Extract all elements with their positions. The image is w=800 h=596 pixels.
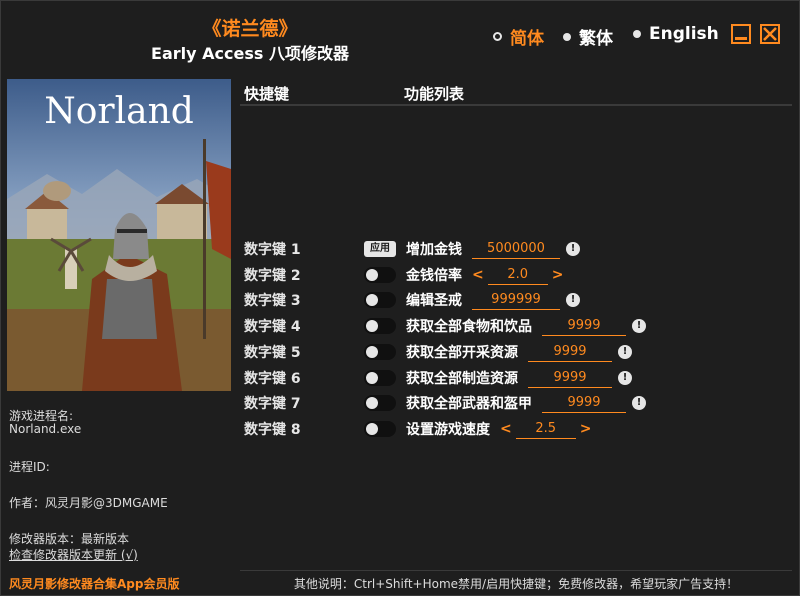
cheat-row-2: 数字键 2 金钱倍率 < 2.0 > [244,264,567,286]
value-input[interactable]: 2.0 [487,266,548,285]
apply-button[interactable]: 应用 [364,241,396,257]
hotkey-label: 数字键 3 [244,293,301,309]
hotkey-label: 数字键 2 [244,268,301,284]
toggle-switch[interactable] [364,421,396,437]
toggle-switch[interactable] [364,318,396,334]
radio-icon [633,30,641,38]
process-id-label: 进程ID: [9,460,50,474]
lang-traditional[interactable]: 繁体 [563,24,613,49]
cheat-name: 获取全部食物和饮品 [406,319,532,335]
cheat-row-6: 数字键 6 获取全部制造资源 9999 ! [244,367,632,389]
cheat-name: 设置游戏速度 [406,422,490,438]
cheat-row-4: 数字键 4 获取全部食物和饮品 9999 ! [244,315,646,337]
radio-icon [563,32,571,41]
value-input[interactable]: 999999 [472,291,560,310]
toggle-switch[interactable] [364,344,396,360]
cheat-name: 获取全部制造资源 [406,371,518,387]
app-subtitle: Early Access 八项修改器 [151,44,349,63]
toggle-switch[interactable] [364,370,396,386]
cheat-row-1: 数字键 1 应用 增加金钱 5000000 ! [244,238,580,260]
hotkey-label: 数字键 1 [244,242,301,258]
warning-icon: ! [618,345,632,359]
hotkey-column-header: 快捷键 [244,85,290,103]
footer-divider [240,570,792,571]
value-input[interactable]: 9999 [528,369,612,388]
game-cover-image: Norland [7,79,231,391]
warning-icon: ! [618,371,632,385]
version-text: 修改器版本：最新版本 [9,532,130,546]
warning-icon: ! [632,396,646,410]
warning-icon: ! [566,242,580,256]
process-name-value: Norland.exe [9,422,82,436]
cheat-name: 获取全部开采资源 [406,345,518,361]
cover-title: Norland [44,91,194,132]
minimize-button[interactable] [731,24,751,44]
promo-link[interactable]: 风灵月影修改器合集App会员版 [9,575,179,592]
hotkey-label: 数字键 8 [244,422,301,438]
decrease-arrow-icon[interactable]: < [472,267,484,283]
cheat-row-7: 数字键 7 获取全部武器和盔甲 9999 ! [244,392,646,414]
cheat-name: 增加金钱 [406,242,462,258]
close-button[interactable] [760,24,780,44]
increase-arrow-icon[interactable]: > [580,421,592,437]
increase-arrow-icon[interactable]: > [552,267,564,283]
warning-icon: ! [632,319,646,333]
value-input[interactable]: 5000000 [472,240,560,259]
cheat-name: 编辑圣戒 [406,293,462,309]
hotkey-label: 数字键 4 [244,319,301,335]
toggle-switch[interactable] [364,292,396,308]
cheat-row-5: 数字键 5 获取全部开采资源 9999 ! [244,341,632,363]
value-input[interactable]: 2.5 [515,420,576,439]
lang-simplified[interactable]: 简体 [493,24,544,49]
value-input[interactable]: 9999 [528,343,612,362]
cheat-name: 金钱倍率 [406,268,462,284]
hotkey-label: 数字键 5 [244,345,301,361]
close-icon [763,27,777,41]
author-text: 作者：风灵月影@3DMGAME [9,496,168,510]
footer-note: 其他说明：Ctrl+Shift+Home禁用/启用快捷键；免费修改器，希望玩家广… [293,577,739,591]
toggle-switch[interactable] [364,395,396,411]
warning-icon: ! [566,293,580,307]
value-input[interactable]: 9999 [542,317,626,336]
check-update-link[interactable]: 检查修改器版本更新 (√) [9,546,138,563]
cheat-name: 获取全部武器和盔甲 [406,396,532,412]
cheat-row-8: 数字键 8 设置游戏速度 < 2.5 > [244,418,595,440]
radio-icon [493,32,502,41]
cheat-row-3: 数字键 3 编辑圣戒 999999 ! [244,289,580,311]
header-divider [240,104,792,106]
decrease-arrow-icon[interactable]: < [500,421,512,437]
hotkey-label: 数字键 6 [244,371,301,387]
value-input[interactable]: 9999 [542,394,626,413]
function-column-header: 功能列表 [404,85,465,103]
lang-english[interactable]: English [633,24,719,44]
toggle-switch[interactable] [364,267,396,283]
app-title: 《诺兰德》 [202,18,298,40]
hotkey-label: 数字键 7 [244,396,301,412]
